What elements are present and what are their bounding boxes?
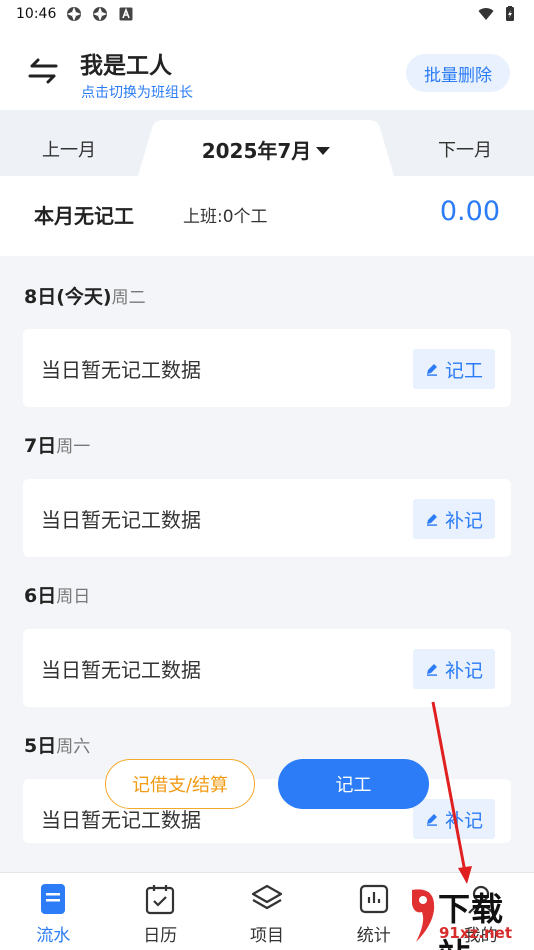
chevron-down-icon: [316, 146, 331, 155]
month-selector: 上一月 2025年7月 下一月: [0, 110, 534, 176]
day-header: 7日周一: [24, 431, 90, 458]
day-header: 5日周六: [24, 731, 90, 758]
role-title: 我是工人: [80, 53, 172, 79]
nav-label: 统计: [356, 926, 391, 946]
watermark-url: 91xz.net: [439, 924, 513, 942]
day-label: 7日: [24, 435, 57, 457]
day-label: 5日: [24, 735, 57, 757]
current-month-label: 2025年7月: [201, 139, 312, 163]
weekday-label: 周一: [56, 437, 91, 457]
pen-icon: [426, 814, 437, 826]
layers-icon: [251, 884, 283, 910]
supplement-record-button[interactable]: 补记: [412, 799, 495, 839]
day-card: 当日暂无记工数据 补记: [23, 479, 511, 557]
record-work-fab[interactable]: 记工: [278, 759, 429, 809]
nav-item-calendar[interactable]: 日历: [107, 873, 214, 950]
status-time: 10:46: [16, 6, 57, 22]
app-header: 我是工人 点击切换为班组长 批量删除: [0, 28, 534, 110]
weekday-label: 周二: [111, 288, 146, 308]
pen-icon: [426, 514, 437, 526]
empty-record-text: 当日暂无记工数据: [41, 358, 201, 382]
day-card: 当日暂无记工数据 记工: [23, 329, 511, 407]
battery-icon: [506, 6, 514, 21]
nav-label: 流水: [36, 926, 71, 946]
nav-item-project[interactable]: 项目: [214, 873, 321, 950]
record-button-label: 补记: [444, 509, 483, 532]
weekday-label: 周六: [56, 737, 91, 757]
nav-label: 日历: [143, 926, 178, 946]
empty-record-text: 当日暂无记工数据: [41, 508, 201, 532]
switch-role-link[interactable]: 点击切换为班组长: [81, 82, 193, 102]
month-summary: 本月无记工 上班:0个工 0.00: [0, 176, 534, 256]
summary-title: 本月无记工: [34, 204, 134, 228]
loan-settlement-button[interactable]: 记借支/结算: [105, 759, 255, 809]
record-button-label: 补记: [444, 809, 483, 832]
record-work-button[interactable]: 记工: [412, 349, 495, 389]
next-month-button[interactable]: 下一月: [438, 136, 492, 162]
pinwheel-icon: [93, 7, 108, 21]
work-count: 上班:0个工: [183, 207, 268, 227]
chart-icon: [359, 884, 388, 914]
nav-label: 项目: [249, 926, 284, 946]
calendar-icon: [146, 885, 175, 915]
prev-month-button[interactable]: 上一月: [42, 136, 96, 162]
summary-amount: 0.00: [439, 196, 500, 227]
record-button-label: 记工: [444, 359, 483, 382]
app-notification-icon: [119, 7, 133, 21]
document-icon: [41, 884, 66, 914]
pen-icon: [426, 664, 437, 676]
day-header: 8日(今天)周二: [24, 282, 146, 309]
watermark-logo: [412, 889, 435, 942]
swap-role-icon[interactable]: [24, 52, 62, 90]
weekday-label: 周日: [56, 587, 91, 607]
day-header: 6日周日: [24, 581, 90, 608]
batch-delete-button[interactable]: 批量删除: [406, 54, 510, 92]
nav-item-flow[interactable]: 流水: [0, 873, 107, 950]
day-card: 当日暂无记工数据 补记: [23, 629, 511, 707]
supplement-record-button[interactable]: 补记: [412, 649, 495, 689]
status-bar: 10:46: [0, 0, 534, 28]
day-label: 6日: [24, 585, 57, 607]
current-month-tab[interactable]: 2025年7月: [138, 118, 394, 176]
pen-icon: [426, 364, 437, 376]
day-label: 8日(今天): [24, 286, 112, 308]
record-button-label: 补记: [444, 659, 483, 682]
wifi-icon: [478, 8, 494, 20]
empty-record-text: 当日暂无记工数据: [41, 658, 201, 682]
watermark: 下载站 91xz.net: [408, 884, 534, 950]
day-card: 当日暂无记工数据 补记: [23, 779, 511, 843]
pinwheel-icon: [67, 7, 82, 21]
supplement-record-button[interactable]: 补记: [412, 499, 495, 539]
